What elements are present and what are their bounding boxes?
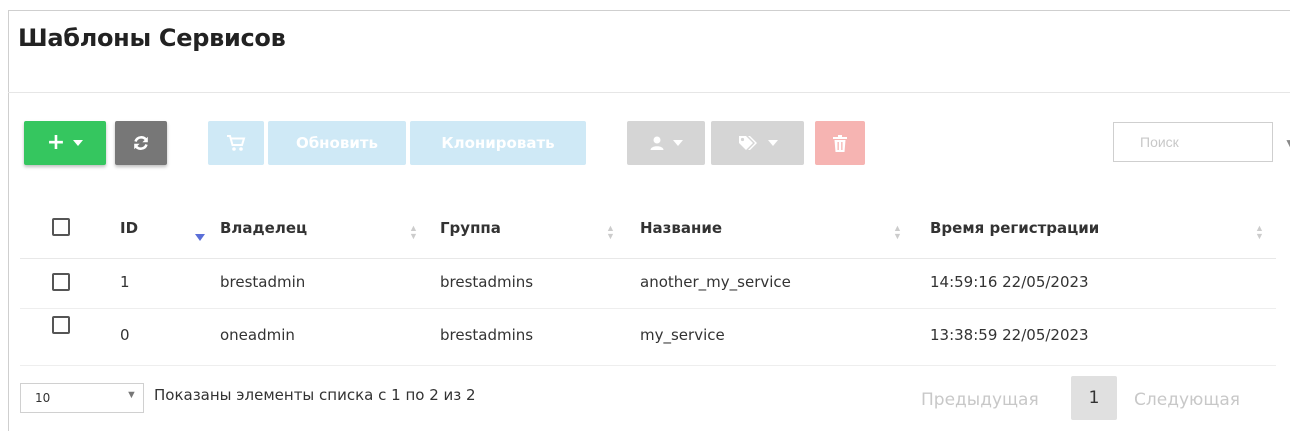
cell-owner: oneadmin: [220, 326, 295, 344]
cell-id: 0: [120, 326, 130, 344]
title-divider: [8, 92, 1290, 93]
page-title: Шаблоны Сервисов: [18, 24, 286, 52]
trash-icon: [833, 134, 847, 152]
column-header-registration-time[interactable]: Время регистрации: [930, 219, 1099, 237]
chevron-down-icon: [673, 140, 683, 146]
sort-icon: ▲ ▼: [606, 223, 615, 241]
cell-owner: brestadmin: [220, 273, 306, 291]
cell-registration-time: 14:59:16 22/05/2023: [930, 273, 1089, 291]
page-button-1[interactable]: 1: [1071, 376, 1117, 420]
chevron-down-icon[interactable]: ▼: [126, 389, 137, 401]
sort-icon: ▲ ▼: [1255, 223, 1264, 241]
column-header-owner[interactable]: Владелец: [220, 219, 307, 237]
chevron-down-icon: [73, 140, 84, 146]
select-all-checkbox[interactable]: [52, 218, 70, 236]
search-options-caret[interactable]: ▼: [1284, 136, 1290, 150]
cell-name: my_service: [640, 326, 725, 344]
column-header-name[interactable]: Название: [640, 219, 722, 237]
clone-button[interactable]: Клонировать: [410, 121, 586, 165]
column-header-group[interactable]: Группа: [440, 219, 501, 237]
refresh-button[interactable]: [115, 121, 167, 165]
cell-registration-time: 13:38:59 22/05/2023: [930, 326, 1089, 344]
sort-icon: ▲ ▼: [893, 223, 902, 241]
tags-icon: [738, 136, 757, 150]
sort-desc-icon: [195, 234, 205, 241]
plus-icon: +: [46, 130, 66, 155]
next-page-link[interactable]: Следующая: [1134, 390, 1240, 410]
add-button[interactable]: +: [24, 121, 106, 165]
cell-group: brestadmins: [440, 273, 534, 291]
change-owner-button[interactable]: [627, 121, 705, 165]
previous-page-link[interactable]: Предыдущая: [921, 390, 1039, 410]
row-divider: [20, 308, 1276, 309]
labels-button[interactable]: [711, 121, 804, 165]
cell-id: 1: [120, 273, 130, 291]
cell-name: another_my_service: [640, 273, 791, 291]
refresh-icon: [134, 136, 148, 150]
cart-icon: [227, 135, 246, 151]
row-checkbox[interactable]: [52, 273, 70, 291]
sort-icon: ▲ ▼: [409, 223, 418, 241]
update-button[interactable]: Обновить: [268, 121, 406, 165]
row-divider: [20, 365, 1276, 366]
column-header-id[interactable]: ID: [120, 219, 138, 237]
row-checkbox[interactable]: [52, 316, 70, 334]
table-info: Показаны элементы списка с 1 по 2 из 2: [154, 386, 476, 404]
header-divider: [20, 258, 1276, 259]
user-icon: [650, 136, 664, 150]
chevron-down-icon: [767, 140, 778, 146]
cell-group: brestadmins: [440, 326, 534, 344]
delete-button[interactable]: [815, 121, 865, 165]
cart-button[interactable]: [208, 121, 264, 165]
search-input[interactable]: Поиск: [1113, 122, 1273, 162]
